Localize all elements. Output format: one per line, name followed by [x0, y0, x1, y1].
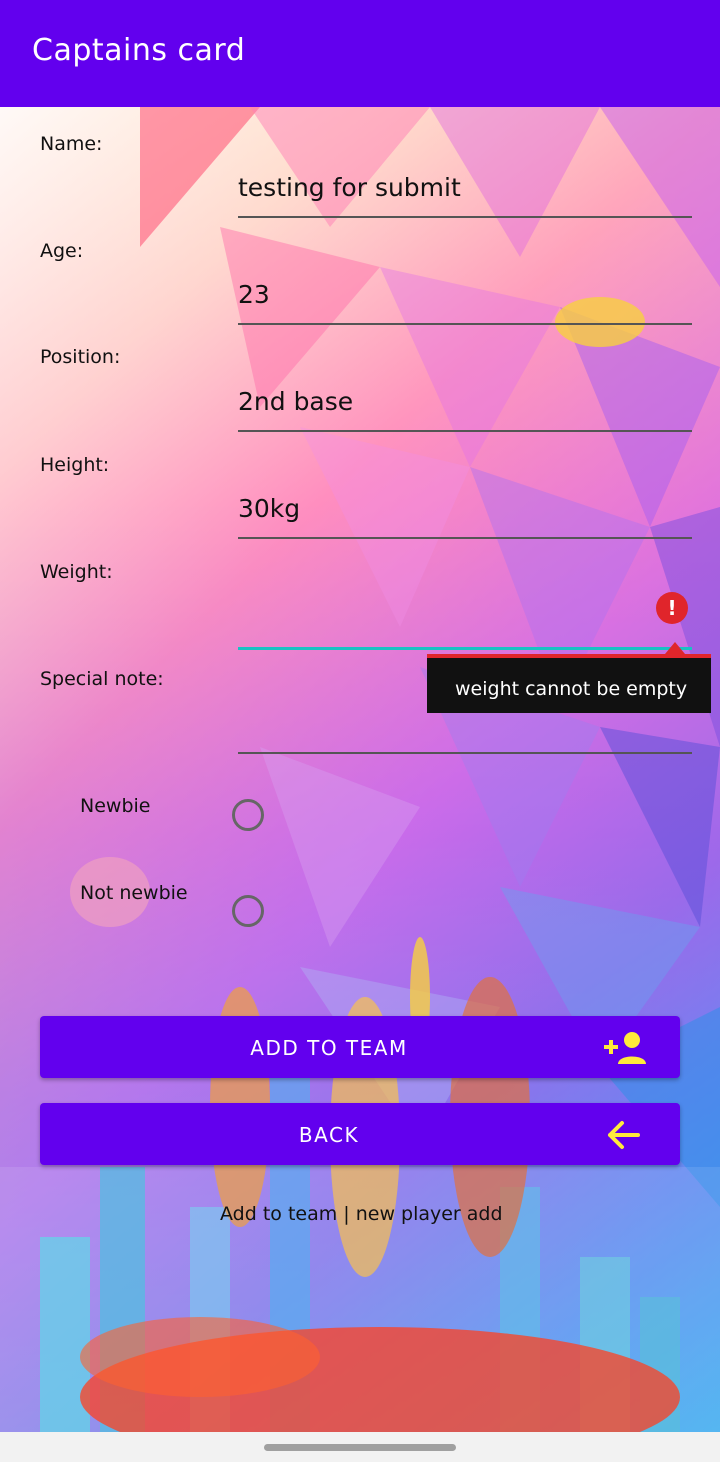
app-title: Captains card	[32, 33, 246, 68]
newbie-label: Newbie	[80, 795, 151, 817]
name-value: testing for submit	[238, 173, 461, 202]
add-to-team-label: ADD TO TEAM	[250, 1036, 408, 1060]
error-tooltip-text: weight cannot be empty	[455, 678, 688, 700]
back-button[interactable]: BACK	[40, 1103, 680, 1165]
arrow-left-icon	[608, 1121, 640, 1149]
position-value: 2nd base	[238, 387, 354, 416]
height-label: Height:	[40, 454, 110, 476]
age-label: Age:	[40, 240, 84, 262]
height-input[interactable]: 30kg	[238, 477, 692, 539]
weight-input[interactable]	[238, 587, 692, 650]
footer-text: Add to team | new player add	[220, 1203, 503, 1225]
back-label: BACK	[298, 1123, 360, 1147]
system-nav-bar	[0, 1432, 720, 1462]
name-input[interactable]: testing for submit	[238, 156, 692, 218]
newbie-radio[interactable]	[232, 799, 264, 831]
height-value: 30kg	[238, 494, 301, 523]
age-value: 23	[238, 280, 270, 309]
error-tooltip: weight cannot be empty	[427, 654, 711, 713]
error-icon: !	[656, 592, 688, 624]
position-input[interactable]: 2nd base	[238, 370, 692, 432]
age-input[interactable]: 23	[238, 263, 692, 325]
app-bar: Captains card	[0, 0, 720, 107]
name-label: Name:	[40, 133, 103, 155]
position-label: Position:	[40, 346, 121, 368]
add-to-team-button[interactable]: ADD TO TEAM	[40, 1016, 680, 1078]
home-handle[interactable]	[264, 1444, 456, 1451]
weight-label: Weight:	[40, 561, 113, 583]
not-newbie-radio[interactable]	[232, 895, 264, 927]
tooltip-arrow	[665, 642, 685, 654]
special-note-label: Special note:	[40, 668, 164, 690]
not-newbie-label: Not newbie	[80, 882, 188, 904]
add-person-icon	[604, 1032, 646, 1064]
